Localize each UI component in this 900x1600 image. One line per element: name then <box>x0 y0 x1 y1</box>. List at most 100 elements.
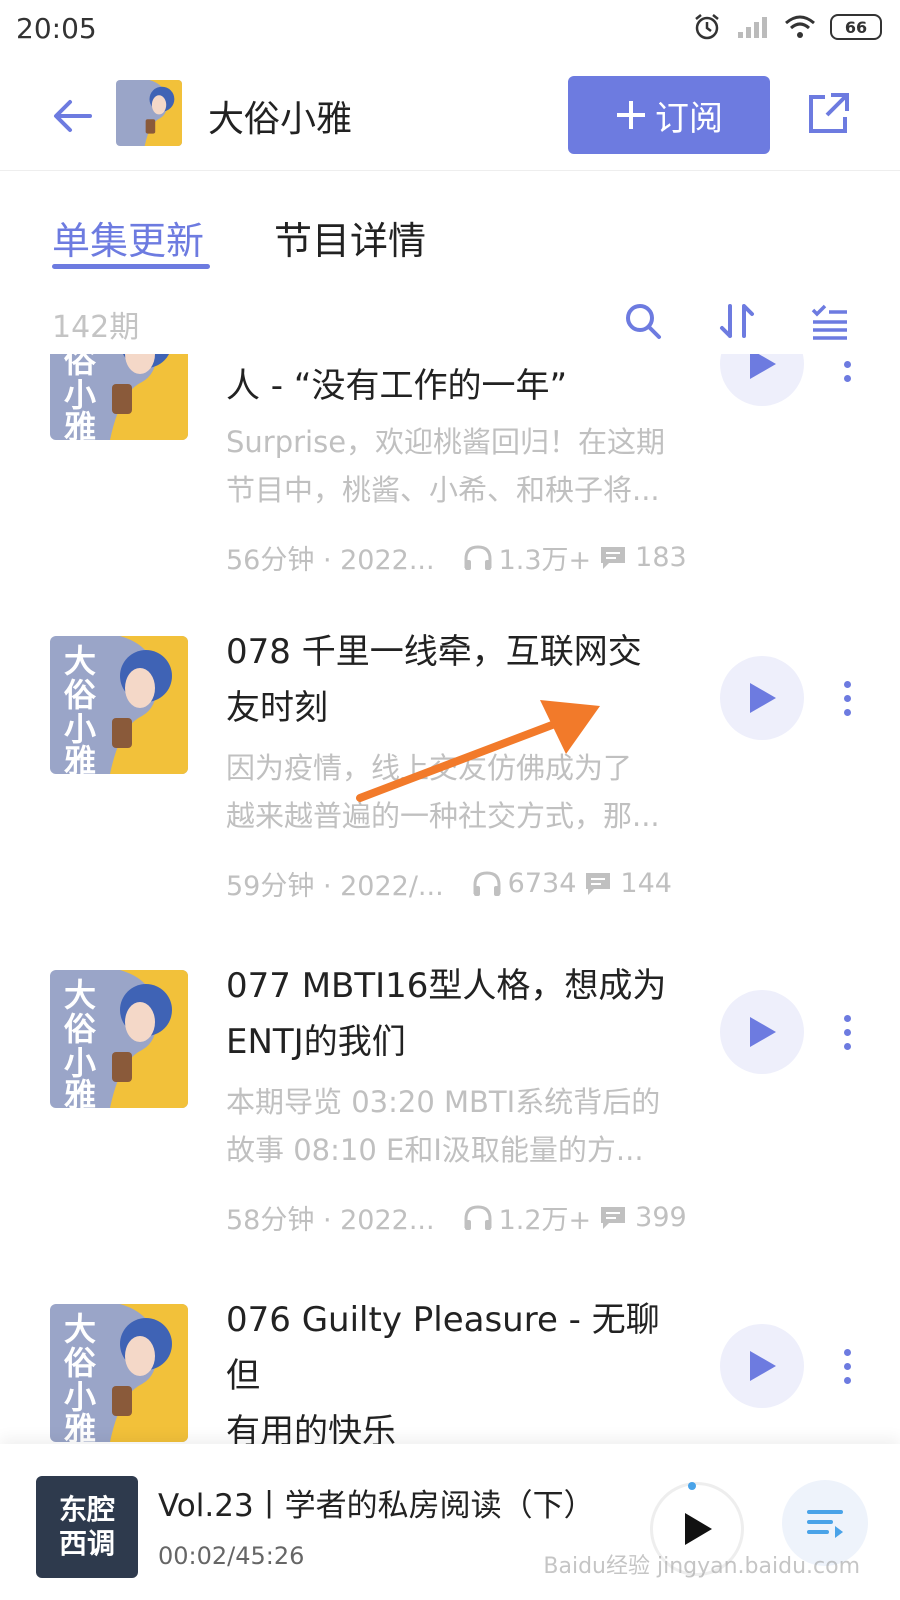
cover-char: 俗 <box>64 1010 97 1048</box>
podcast-cover <box>116 80 182 146</box>
play-icon <box>750 1017 776 1047</box>
play-icon <box>750 1351 776 1381</box>
player-time: 00:02/45:26 <box>158 1542 305 1570</box>
mini-player[interactable]: 东腔 西调 Vol.23丨学者的私房阅读（下） 00:02/45:26 Baid… <box>0 1444 900 1600</box>
description-line: Surprise，欢迎桃酱回归！在这期 <box>226 425 666 459</box>
title-line: ENTJ的我们 <box>226 1022 406 1062</box>
headphones-icon <box>473 870 501 896</box>
tab-details[interactable]: 节目详情 <box>274 210 426 265</box>
description-line: 越来越普遍的一种社交方式，那... <box>226 799 660 833</box>
play-count: 6734 <box>507 868 577 899</box>
play-button[interactable] <box>720 990 804 1074</box>
comment-count: 144 <box>620 868 672 899</box>
comment-icon <box>586 872 611 895</box>
more-options-button[interactable] <box>832 354 862 394</box>
wifi-icon <box>785 15 815 38</box>
title-line: 076 Guilty Pleasure - 无聊但 <box>226 1300 660 1396</box>
title-line: 有用的快乐 <box>226 1412 396 1444</box>
battery-indicator: 66 <box>830 14 882 40</box>
cover-char: 雅 <box>64 742 96 774</box>
alarm-icon <box>695 14 719 40</box>
play-button[interactable] <box>720 656 804 740</box>
more-options-button[interactable] <box>832 668 862 728</box>
episode-meta: 56分钟 · 2022... 1.3万+ 183 <box>226 538 706 577</box>
subscribe-label: 订阅 <box>655 98 723 139</box>
play-icon <box>685 1513 712 1545</box>
episode-title: 077 MBTI16型人格，想成为 ENTJ的我们 <box>226 958 686 1070</box>
arrow-left-icon <box>54 100 92 132</box>
description-line: 因为疫情，线上交友仿佛成为了 <box>226 751 633 785</box>
comment-icon <box>601 546 626 569</box>
duration-date: 56分钟 · 2022... <box>226 545 435 576</box>
share-button[interactable] <box>800 86 856 142</box>
play-icon <box>750 683 776 713</box>
description-line: 本期导览 03:20 MBTI系统背后的 <box>226 1085 661 1119</box>
description-line: 节目中，桃酱、小希、和秧子将... <box>226 473 660 507</box>
search-button[interactable] <box>618 296 668 346</box>
share-icon <box>809 93 849 133</box>
tab-bar: 单集更新 节目详情 <box>0 170 900 280</box>
status-icons: 66 <box>692 12 882 42</box>
episode-description: Surprise，欢迎桃酱回归！在这期 节目中，桃酱、小希、和秧子将... <box>226 418 696 514</box>
play-count: 1.3万+ <box>498 545 592 576</box>
more-options-button[interactable] <box>832 1336 862 1396</box>
episode-thumbnail: 大 俗 小 雅 <box>50 970 188 1108</box>
sort-icon <box>720 304 754 338</box>
batch-select-button[interactable] <box>804 296 854 346</box>
more-options-button[interactable] <box>832 1002 862 1062</box>
comment-count: 183 <box>635 542 687 573</box>
signal-icon <box>738 17 767 38</box>
cover-char: 俗 <box>64 1344 97 1382</box>
back-button[interactable] <box>44 88 100 144</box>
episode-thumbnail: 大 俗 小 雅 <box>50 636 188 774</box>
podcast-title: 大俗小雅 <box>208 99 353 140</box>
duration-date: 58分钟 · 2022... <box>226 1205 435 1236</box>
episode-title: 078 千里一线牵，互联网交 友时刻 <box>226 624 686 736</box>
cover-char: 大 <box>64 1310 96 1348</box>
playlist-icon <box>807 1510 843 1538</box>
progress-indicator <box>688 1482 696 1490</box>
subscribe-button[interactable]: 订阅 <box>568 76 770 154</box>
comment-count: 399 <box>635 1202 687 1233</box>
play-button[interactable] <box>720 354 804 406</box>
description-line: 故事 08:10 E和I汲取能量的方... <box>226 1133 644 1167</box>
play-icon <box>750 354 776 379</box>
header: 大俗小雅 订阅 <box>0 62 900 171</box>
title-line: 078 千里一线牵，互联网交 <box>226 632 642 672</box>
cover-char: 雅 <box>64 408 96 440</box>
play-button[interactable] <box>720 1324 804 1408</box>
title-line: 077 MBTI16型人格，想成为 <box>226 966 667 1006</box>
cover-char: 雅 <box>64 1076 96 1108</box>
sort-button[interactable] <box>712 296 762 346</box>
plus-icon <box>617 101 645 129</box>
episode-item[interactable]: 大 俗 小 雅 077 MBTI16型人格，想成为 ENTJ的我们 本期导览 0… <box>0 928 900 1268</box>
episode-meta: 58分钟 · 2022... 1.2万+ 399 <box>226 1198 706 1237</box>
cover-char: 雅 <box>64 1410 96 1442</box>
status-bar: 20:05 66 <box>0 0 900 62</box>
list-toolbar: 142期 <box>0 290 900 354</box>
status-time: 20:05 <box>16 12 97 45</box>
player-title: Vol.23丨学者的私房阅读（下） <box>158 1488 595 1524</box>
episode-thumbnail: 大 俗 小 雅 <box>50 1304 188 1442</box>
search-icon <box>626 304 661 339</box>
episode-description: 因为疫情，线上交友仿佛成为了 越来越普遍的一种社交方式，那... <box>226 744 696 840</box>
cover-line: 西调 <box>58 1527 115 1560</box>
duration-date: 59分钟 · 2022/... <box>226 871 444 902</box>
cover-char: 俗 <box>64 676 97 714</box>
checklist-icon <box>811 304 847 340</box>
headphones-icon <box>464 1204 492 1230</box>
comment-icon <box>601 1206 626 1229</box>
episode-thumbnail: 大 俗 小 雅 <box>50 354 188 440</box>
episode-item[interactable]: 大 俗 小 雅 078 千里一线牵，互联网交 友时刻 因为疫情，线上交友仿佛成为… <box>0 594 900 934</box>
episode-item[interactable]: 大 俗 小 雅 076 Guilty Pleasure - 无聊但 有用的快乐 <box>0 1262 900 1444</box>
cover-line: 东腔 <box>58 1493 115 1526</box>
episode-title: 076 Guilty Pleasure - 无聊但 有用的快乐 <box>226 1292 686 1444</box>
player-cover: 东腔 西调 <box>36 1476 138 1578</box>
tab-episodes[interactable]: 单集更新 <box>52 210 204 265</box>
episode-item[interactable]: 大 俗 小 雅 人 - “没有工作的一年” Surprise，欢迎桃酱回归！在这… <box>0 354 900 600</box>
cover-char: 大 <box>64 642 96 680</box>
episode-count: 142期 <box>52 310 140 345</box>
play-count: 1.2万+ <box>498 1205 592 1236</box>
headphones-icon <box>464 544 492 570</box>
title-line: 友时刻 <box>226 688 328 728</box>
